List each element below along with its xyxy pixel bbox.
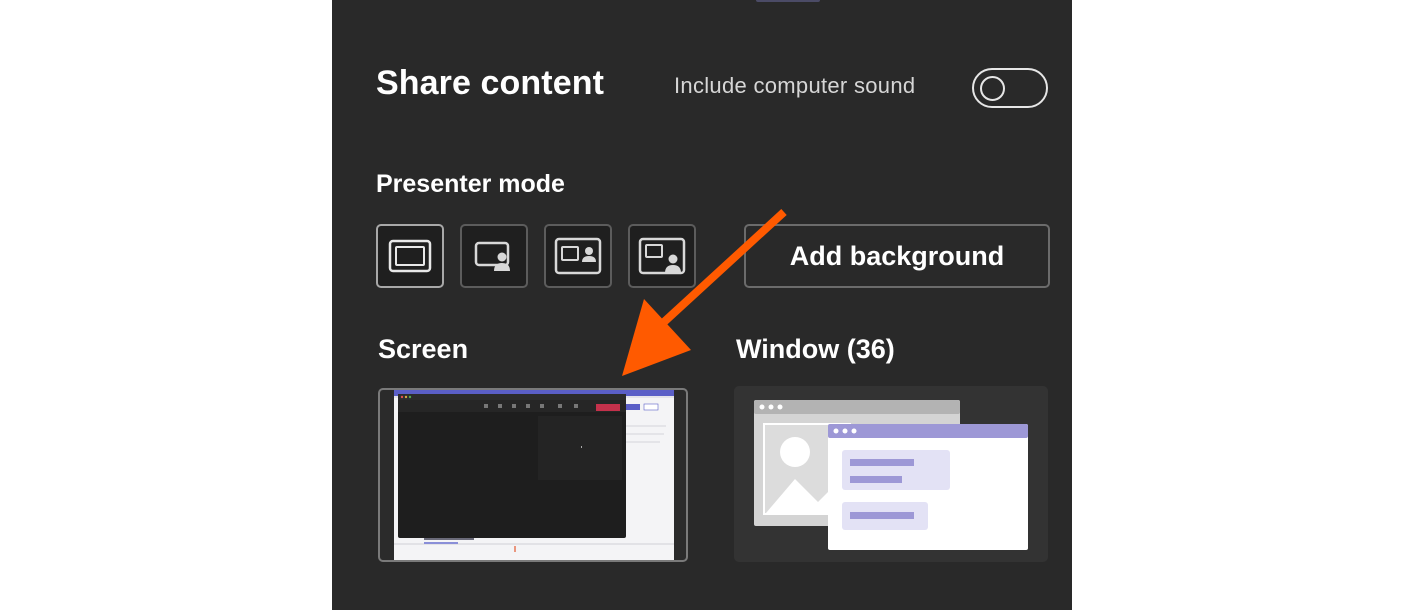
- computer-sound-label: Include computer sound: [674, 73, 916, 98]
- add-background-button[interactable]: Add background: [744, 224, 1050, 288]
- toggle-knob: [980, 76, 1005, 101]
- content-only-icon: [388, 239, 432, 273]
- side-by-side-icon: [554, 237, 602, 275]
- window-illustration-image: [754, 400, 1028, 550]
- screen-share-thumbnail[interactable]: [378, 388, 688, 562]
- presenter-mode-content-only-button[interactable]: [376, 224, 444, 288]
- standout-icon: [474, 241, 510, 271]
- screen-preview-image: [394, 390, 674, 560]
- reporter-icon: [638, 237, 686, 275]
- window-share-thumbnail[interactable]: [734, 386, 1048, 562]
- presenter-mode-standout-button[interactable]: [460, 224, 528, 288]
- presenter-mode-reporter-button[interactable]: [628, 224, 696, 288]
- panel-title: Share content: [376, 64, 605, 102]
- window-section-label: Window (36): [736, 334, 895, 364]
- share-content-panel: Share content Include computer sound Pre…: [332, 0, 1072, 610]
- screen-section-label: Screen: [378, 334, 469, 364]
- computer-sound-toggle[interactable]: [972, 68, 1048, 108]
- panel-notch: [756, 0, 820, 2]
- presenter-mode-label: Presenter mode: [376, 170, 565, 198]
- presenter-mode-side-by-side-button[interactable]: [544, 224, 612, 288]
